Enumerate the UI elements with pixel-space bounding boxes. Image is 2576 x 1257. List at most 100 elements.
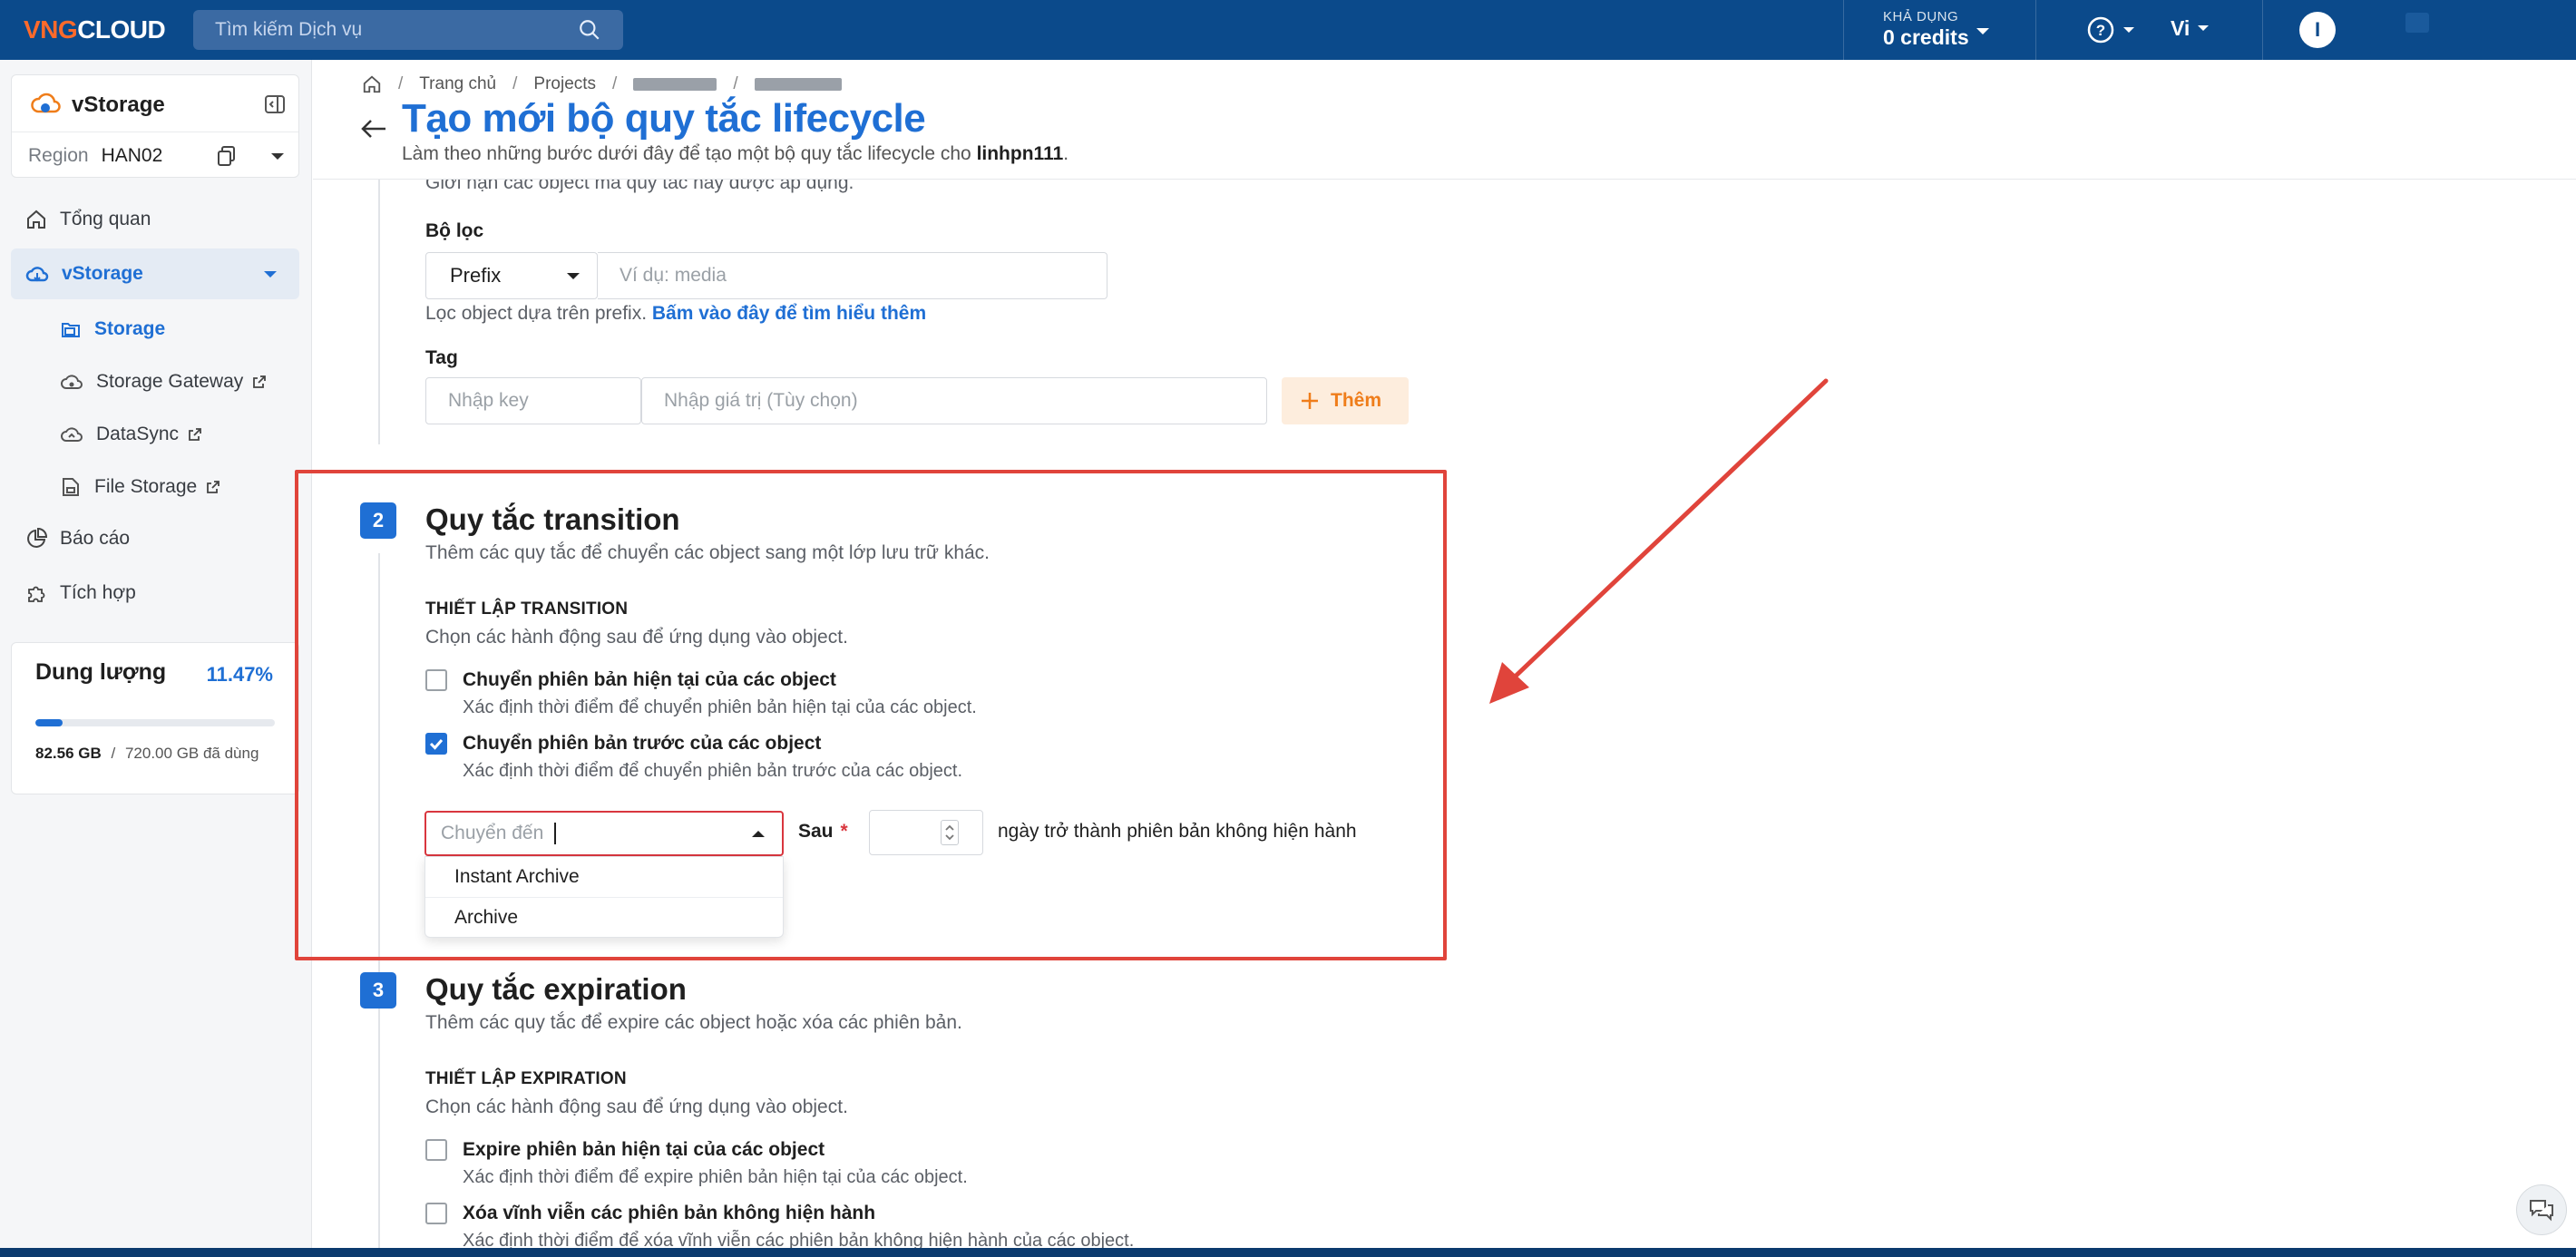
region-value: HAN02 — [101, 144, 163, 166]
topbar-divider — [2262, 0, 2263, 60]
breadcrumb-redacted-project[interactable] — [633, 78, 717, 91]
breadcrumb-separator: / — [733, 74, 738, 93]
breadcrumb-separator: / — [612, 74, 618, 93]
expiration-setup-desc: Chọn các hành động sau để ứng dụng vào o… — [425, 1096, 848, 1117]
learn-more-link[interactable]: Bấm vào đây để tìm hiểu thêm — [652, 303, 926, 324]
sidebar-item-label: Storage — [94, 318, 166, 339]
chevron-down-icon[interactable] — [270, 152, 285, 161]
sidebar-item-label: Storage Gateway — [96, 371, 244, 392]
step-connector — [378, 1023, 380, 1248]
step-connector — [378, 180, 380, 444]
sidebar-item-storage[interactable]: Storage — [11, 303, 299, 356]
storage-usage-card: Dung lượng 11.47% 82.56 GB / 720.00 GB đ… — [11, 642, 299, 794]
usage-used: 82.56 GB — [35, 745, 102, 762]
filter-type-value: Prefix — [450, 264, 502, 287]
vstorage-logo-icon — [31, 93, 61, 113]
pie-chart-icon — [27, 528, 47, 548]
page-subtitle-text: Làm theo những bước dưới đây để tạo một … — [402, 143, 977, 164]
back-arrow-icon[interactable] — [360, 118, 387, 140]
collapse-sidebar-icon[interactable] — [264, 93, 286, 115]
top-bar: VNGCLOUD KHẢ DỤNG 0 credits ? Vi I — [0, 0, 2576, 60]
prefix-input[interactable]: Ví dụ: media — [598, 252, 1107, 299]
tag-key-input[interactable]: Nhập key — [425, 377, 641, 424]
vng-cloud-logo[interactable]: VNG CLOUD — [24, 15, 166, 45]
home-icon[interactable] — [362, 74, 382, 94]
breadcrumb-home[interactable]: Trang chủ — [419, 74, 496, 94]
service-card: vStorage Region HAN02 — [11, 74, 299, 178]
page-title: Tạo mới bộ quy tắc lifecycle — [402, 96, 926, 141]
language-value: Vi — [2171, 16, 2191, 40]
sidebar-item-label: File Storage — [94, 476, 198, 497]
credits-menu[interactable]: KHẢ DỤNG 0 credits — [1883, 9, 1989, 50]
expire-current-checkbox[interactable] — [425, 1139, 447, 1161]
region-selector[interactable]: Region HAN02 — [12, 132, 298, 179]
page-subtitle: Làm theo những bước dưới đây để tạo một … — [402, 143, 1068, 165]
search-input[interactable] — [215, 19, 578, 41]
sidebar-item-vstorage[interactable]: vStorage — [11, 248, 299, 299]
filter-type-select[interactable]: Prefix — [425, 252, 598, 299]
chat-icon — [2530, 1200, 2553, 1222]
region-label: Region — [28, 144, 89, 166]
sidebar-item-file-storage[interactable]: File Storage — [11, 461, 299, 513]
expiration-section-title: Quy tắc expiration — [425, 972, 687, 1006]
scope-description: Giới hạn các object mà quy tắc này được … — [425, 180, 854, 193]
breadcrumb-redacted-bucket[interactable] — [754, 78, 842, 91]
language-menu[interactable]: Vi — [2171, 16, 2210, 41]
storage-icon — [62, 323, 80, 337]
sidebar-item-overview[interactable]: Tổng quan — [11, 194, 299, 245]
usage-percent: 11.47% — [206, 663, 273, 686]
sidebar-item-storage-gateway[interactable]: Storage Gateway — [11, 356, 299, 408]
prefix-help: Lọc object dựa trên prefix. Bấm vào đây … — [425, 303, 926, 325]
sidebar-item-datasync[interactable]: DataSync — [11, 408, 299, 461]
credits-label: KHẢ DỤNG — [1883, 9, 1959, 24]
chevron-down-icon — [2198, 25, 2210, 31]
external-link-icon — [253, 375, 267, 388]
help-menu[interactable]: ? — [2086, 15, 2135, 44]
add-tag-button[interactable]: Thêm — [1282, 377, 1409, 424]
service-search[interactable] — [193, 10, 623, 50]
breadcrumb-separator: / — [398, 74, 404, 93]
prefix-placeholder: Ví dụ: media — [620, 265, 727, 286]
usage-total: 720.00 GB đã dùng — [124, 745, 259, 762]
user-avatar[interactable]: I — [2299, 12, 2336, 48]
tag-label: Tag — [425, 347, 458, 368]
bucket-name: linhpn111 — [976, 143, 1064, 164]
breadcrumb-separator: / — [512, 74, 518, 93]
chevron-down-icon — [2123, 26, 2134, 33]
sidebar-item-integration[interactable]: Tích hợp — [11, 568, 299, 619]
sidebar-item-label: Tổng quan — [60, 209, 151, 229]
external-link-icon — [189, 428, 201, 441]
breadcrumb-projects[interactable]: Projects — [533, 74, 596, 94]
chevron-down-icon — [1976, 28, 1989, 34]
annotation-arrow-icon — [1489, 378, 1829, 704]
search-icon[interactable] — [578, 18, 601, 42]
sidebar-item-reports[interactable]: Báo cáo — [11, 513, 299, 564]
expire-current-desc: Xác định thời điểm để expire phiên bản h… — [463, 1167, 968, 1187]
usage-detail: 82.56 GB / 720.00 GB đã dùng — [35, 745, 259, 763]
external-link-icon — [207, 481, 220, 493]
topbar-divider — [1843, 0, 1844, 60]
service-header: vStorage — [30, 90, 165, 121]
usage-progress-fill — [35, 719, 63, 726]
sidebar: vStorage Region HAN02 Tổng quan vStorage… — [0, 60, 312, 1248]
breadcrumb: / Trang chủ / Projects / / — [362, 74, 842, 94]
chat-support-button[interactable] — [2516, 1184, 2567, 1235]
help-icon: ? — [2087, 16, 2114, 44]
expire-current-title[interactable]: Expire phiên bản hiện tại của các object — [463, 1139, 825, 1161]
cloud-gateway-icon — [61, 375, 83, 389]
sidebar-item-label: DataSync — [96, 424, 180, 444]
tag-value-placeholder: Nhập giá trị (Tùy chọn) — [664, 390, 858, 411]
credits-value: 0 credits — [1883, 25, 1969, 49]
page-header: / Trang chủ / Projects / / Tạo mới bộ qu… — [313, 60, 2576, 180]
tag-value-input[interactable]: Nhập giá trị (Tùy chọn) — [641, 377, 1267, 424]
topbar-divider — [2035, 0, 2036, 60]
copy-icon[interactable] — [217, 145, 237, 167]
service-name: vStorage — [72, 93, 165, 117]
sidebar-item-label: Tích hợp — [60, 582, 136, 603]
delete-noncurrent-checkbox[interactable] — [425, 1203, 447, 1224]
redacted-area — [2405, 13, 2429, 33]
cloud-storage-icon — [25, 267, 49, 282]
chevron-down-icon — [264, 271, 277, 278]
delete-noncurrent-title[interactable]: Xóa vĩnh viễn các phiên bản không hiện h… — [463, 1203, 875, 1224]
prefix-help-text: Lọc object dựa trên prefix. — [425, 303, 648, 324]
